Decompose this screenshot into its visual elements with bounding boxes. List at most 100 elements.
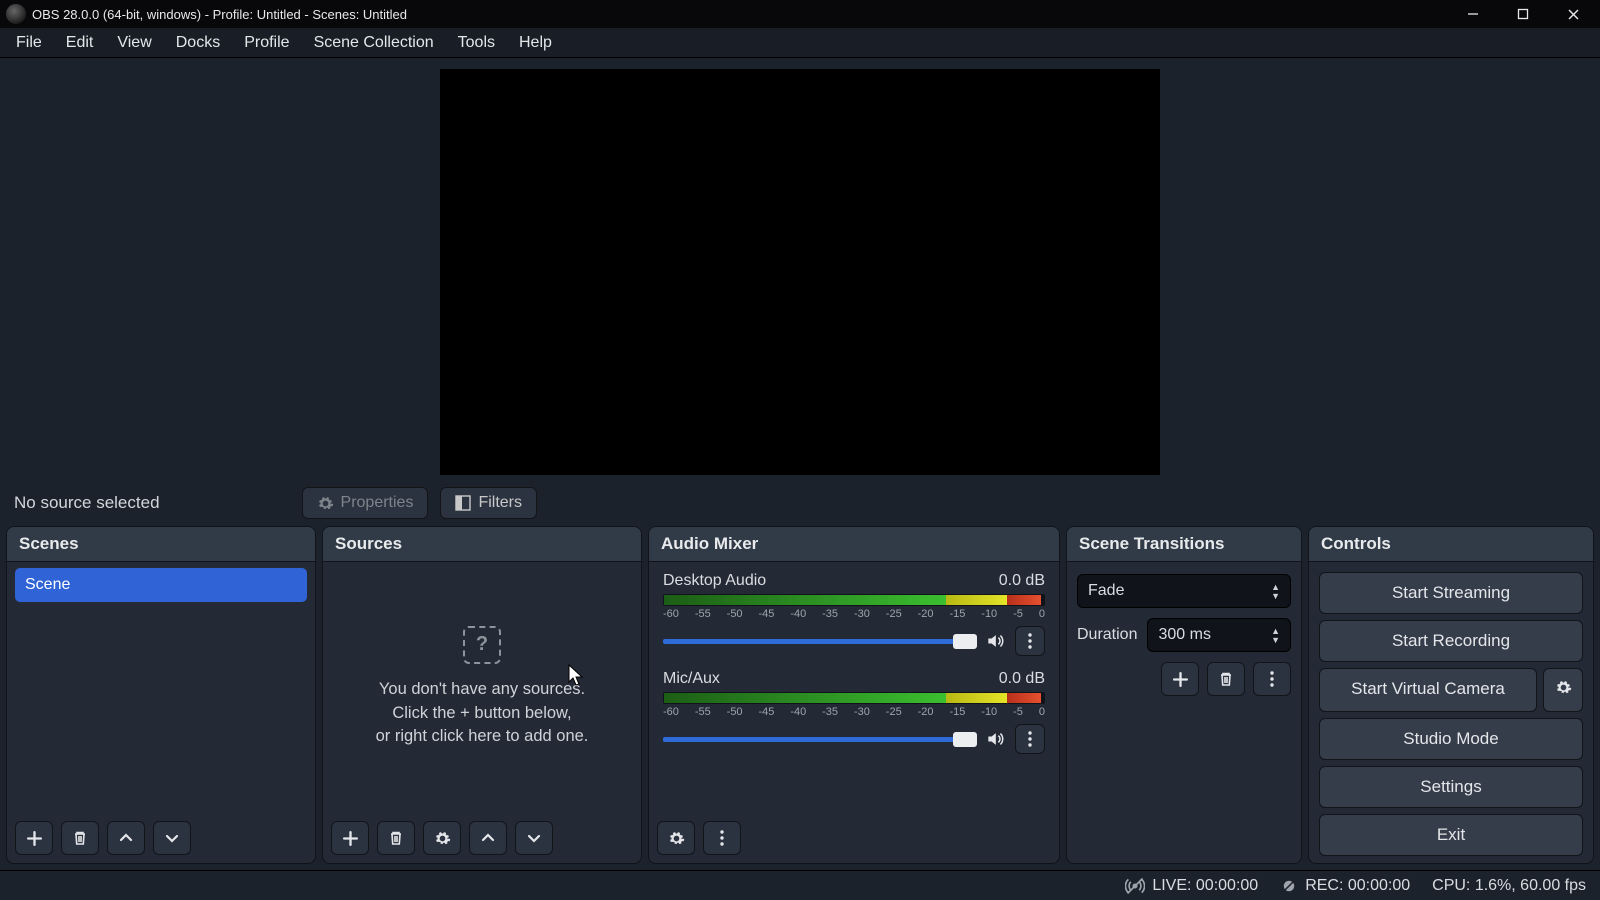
slider-thumb[interactable] <box>953 732 977 747</box>
mixer-toolbar <box>649 813 1059 863</box>
trash-icon <box>1218 671 1234 687</box>
exit-button[interactable]: Exit <box>1319 814 1583 856</box>
kebab-icon <box>1028 731 1032 747</box>
chevron-down-icon <box>526 830 542 846</box>
chevron-down-icon <box>164 830 180 846</box>
speaker-icon[interactable] <box>985 729 1005 749</box>
add-scene-button[interactable] <box>15 821 53 855</box>
add-source-button[interactable] <box>331 821 369 855</box>
status-live: LIVE: 00:00:00 <box>1125 876 1258 896</box>
scenes-panel: Scenes Scene <box>6 526 316 864</box>
gear-icon <box>1555 679 1572 696</box>
menu-file[interactable]: File <box>4 29 54 57</box>
remove-scene-button[interactable] <box>61 821 99 855</box>
move-source-up-button[interactable] <box>469 821 507 855</box>
sources-empty-line2: Click the + button below, <box>392 702 571 726</box>
gear-icon <box>668 830 685 847</box>
start-recording-button[interactable]: Start Recording <box>1319 620 1583 662</box>
broadcast-icon <box>1125 876 1145 896</box>
channel-menu-button[interactable] <box>1015 724 1045 754</box>
controls-panel: Controls Start Streaming Start Recording… <box>1308 526 1594 864</box>
preview-area <box>0 58 1600 480</box>
minimize-button[interactable] <box>1448 0 1498 28</box>
kebab-icon <box>1270 671 1274 687</box>
properties-button[interactable]: Properties <box>302 487 429 519</box>
meter-ticks: -60-55-50-45-40-35-30-25-20-15-10-50 <box>663 706 1045 718</box>
move-scene-down-button[interactable] <box>153 821 191 855</box>
docks-row: Scenes Scene Sources ? You don't have an… <box>0 526 1600 870</box>
duration-value: 300 ms <box>1158 626 1210 644</box>
sources-empty-state: ? You don't have any sources. Click the … <box>323 562 641 813</box>
sources-title: Sources <box>323 527 641 562</box>
transition-select[interactable]: Fade ▲▼ <box>1077 574 1291 608</box>
transition-properties-button[interactable] <box>1253 662 1291 696</box>
selection-label: No source selected <box>14 493 160 513</box>
titlebar: OBS 28.0.0 (64-bit, windows) - Profile: … <box>0 0 1600 28</box>
audio-meter <box>663 692 1045 704</box>
channel-db: 0.0 dB <box>999 572 1045 590</box>
move-source-down-button[interactable] <box>515 821 553 855</box>
controls-title: Controls <box>1309 527 1593 562</box>
scenes-list[interactable]: Scene <box>7 562 315 813</box>
question-icon: ? <box>463 626 501 664</box>
scene-item[interactable]: Scene <box>15 568 307 602</box>
plus-icon <box>1172 671 1189 688</box>
audio-mixer-panel: Audio Mixer Desktop Audio 0.0 dB -60-55-… <box>648 526 1060 864</box>
source-properties-button[interactable] <box>423 821 461 855</box>
studio-mode-button[interactable]: Studio Mode <box>1319 718 1583 760</box>
scenes-toolbar <box>7 813 315 863</box>
advanced-audio-button[interactable] <box>657 821 695 855</box>
stepper-arrows-icon: ▲▼ <box>1271 627 1280 644</box>
settings-button[interactable]: Settings <box>1319 766 1583 808</box>
menu-tools[interactable]: Tools <box>446 29 507 57</box>
transitions-title: Scene Transitions <box>1067 527 1301 562</box>
scenes-title: Scenes <box>7 527 315 562</box>
sources-empty-line1: You don't have any sources. <box>379 678 585 702</box>
gear-icon <box>434 830 451 847</box>
volume-slider[interactable] <box>663 737 975 742</box>
menu-scene-collection[interactable]: Scene Collection <box>302 29 446 57</box>
menu-edit[interactable]: Edit <box>54 29 106 57</box>
channel-menu-button[interactable] <box>1015 626 1045 656</box>
virtual-camera-settings-button[interactable] <box>1543 668 1583 712</box>
remove-source-button[interactable] <box>377 821 415 855</box>
volume-slider[interactable] <box>663 639 975 644</box>
channel-name: Mic/Aux <box>663 670 720 688</box>
duration-input[interactable]: 300 ms ▲▼ <box>1147 618 1291 652</box>
menubar: File Edit View Docks Profile Scene Colle… <box>0 28 1600 58</box>
menu-profile[interactable]: Profile <box>232 29 301 57</box>
start-virtual-camera-button[interactable]: Start Virtual Camera <box>1319 668 1537 712</box>
menu-help[interactable]: Help <box>507 29 564 57</box>
status-cpu: CPU: 1.6%, 60.00 fps <box>1432 877 1586 895</box>
transitions-panel: Scene Transitions Fade ▲▼ Duration 300 m… <box>1066 526 1302 864</box>
filters-button[interactable]: Filters <box>440 487 537 519</box>
mixer-menu-button[interactable] <box>703 821 741 855</box>
sources-list[interactable]: ? You don't have any sources. Click the … <box>323 562 641 813</box>
gear-icon <box>317 495 334 512</box>
slider-thumb[interactable] <box>953 634 977 649</box>
move-scene-up-button[interactable] <box>107 821 145 855</box>
filters-icon <box>455 495 471 511</box>
menu-view[interactable]: View <box>105 29 163 57</box>
close-button[interactable] <box>1548 0 1598 28</box>
plus-icon <box>342 830 359 847</box>
app-logo-icon <box>6 4 26 24</box>
duration-label: Duration <box>1077 626 1137 644</box>
filters-label: Filters <box>478 494 522 512</box>
maximize-button[interactable] <box>1498 0 1548 28</box>
preview-canvas[interactable] <box>440 69 1160 475</box>
remove-transition-button[interactable] <box>1207 662 1245 696</box>
select-arrows-icon: ▲▼ <box>1271 583 1280 600</box>
sources-panel: Sources ? You don't have any sources. Cl… <box>322 526 642 864</box>
trash-icon <box>72 830 88 846</box>
record-icon <box>1280 877 1298 895</box>
window-title: OBS 28.0.0 (64-bit, windows) - Profile: … <box>32 7 1448 22</box>
menu-docks[interactable]: Docks <box>164 29 232 57</box>
add-transition-button[interactable] <box>1161 662 1199 696</box>
kebab-icon <box>1028 633 1032 649</box>
speaker-icon[interactable] <box>985 631 1005 651</box>
start-streaming-button[interactable]: Start Streaming <box>1319 572 1583 614</box>
audio-meter <box>663 594 1045 606</box>
sources-empty-line3: or right click here to add one. <box>376 725 589 749</box>
statusbar: LIVE: 00:00:00 REC: 00:00:00 CPU: 1.6%, … <box>0 870 1600 900</box>
